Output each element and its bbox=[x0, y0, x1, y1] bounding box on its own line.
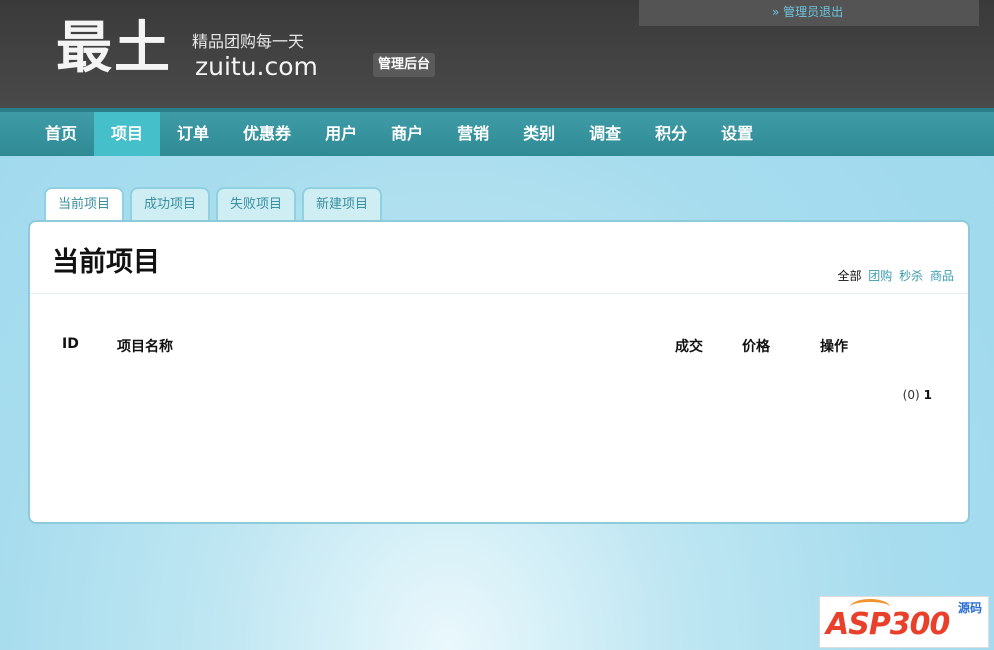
column-header-actions: 操作 bbox=[820, 339, 848, 355]
logo-domain: zuitu.com bbox=[195, 52, 318, 81]
site-header: 最土 精品团购每一天 zuitu.com 管理后台 » 管理员退出 bbox=[0, 0, 994, 108]
filter-goods[interactable]: 商品 bbox=[930, 269, 954, 283]
page-title: 当前项目 bbox=[52, 247, 160, 278]
nav-item-projects[interactable]: 项目 bbox=[94, 112, 161, 156]
content-panel: 当前项目 全部 团购 秒杀 商品 ID 项目名称 成交 价格 操作 (0) 1 bbox=[28, 220, 970, 524]
admin-badge: 管理后台 bbox=[373, 53, 436, 77]
watermark-side-text: 源码 bbox=[958, 601, 983, 615]
filter-groupbuy[interactable]: 团购 bbox=[868, 269, 892, 283]
nav-item-users[interactable]: 用户 bbox=[308, 112, 374, 156]
main-nav: 首页 项目 订单 优惠券 用户 商户 营销 类别 调查 积分 设置 bbox=[0, 108, 994, 156]
nav-item-marketing[interactable]: 营销 bbox=[440, 112, 506, 156]
column-header-deals: 成交 bbox=[675, 339, 703, 355]
watermark-logo: ASP300 源码 bbox=[819, 596, 989, 648]
nav-item-orders[interactable]: 订单 bbox=[160, 112, 226, 156]
nav-item-merchants[interactable]: 商户 bbox=[374, 112, 440, 156]
column-header-price: 价格 bbox=[742, 339, 770, 355]
nav-item-points[interactable]: 积分 bbox=[638, 112, 704, 156]
tab-current-projects[interactable]: 当前项目 bbox=[44, 187, 125, 223]
nav-item-categories[interactable]: 类别 bbox=[506, 112, 572, 156]
nav-item-home[interactable]: 首页 bbox=[28, 112, 94, 156]
tab-failed-projects[interactable]: 失败项目 bbox=[216, 187, 297, 221]
top-bar: » 管理员退出 bbox=[639, 0, 979, 26]
logout-link[interactable]: » 管理员退出 bbox=[772, 4, 843, 20]
nav-item-surveys[interactable]: 调查 bbox=[572, 112, 638, 156]
logo-slogan: 精品团购每一天 bbox=[192, 32, 305, 51]
logo-text[interactable]: 最土 bbox=[56, 18, 172, 80]
project-tabs: 当前项目 成功项目 失败项目 新建项目 bbox=[44, 187, 388, 223]
watermark-text: ASP300 bbox=[826, 607, 950, 642]
filter-links: 全部 团购 秒杀 商品 bbox=[834, 267, 954, 284]
pager-page-1[interactable]: 1 bbox=[924, 388, 932, 402]
tab-new-project[interactable]: 新建项目 bbox=[302, 187, 383, 221]
pager-count: (0) bbox=[902, 388, 920, 402]
column-header-id: ID bbox=[62, 336, 79, 352]
tab-successful-projects[interactable]: 成功项目 bbox=[130, 187, 211, 221]
filter-seckill[interactable]: 秒杀 bbox=[899, 269, 923, 283]
nav-item-settings[interactable]: 设置 bbox=[704, 112, 770, 156]
filter-all[interactable]: 全部 bbox=[837, 269, 861, 283]
column-header-name: 项目名称 bbox=[117, 339, 173, 355]
nav-item-coupons[interactable]: 优惠券 bbox=[226, 112, 308, 156]
pagination: (0) 1 bbox=[903, 388, 932, 402]
title-divider bbox=[30, 293, 968, 294]
